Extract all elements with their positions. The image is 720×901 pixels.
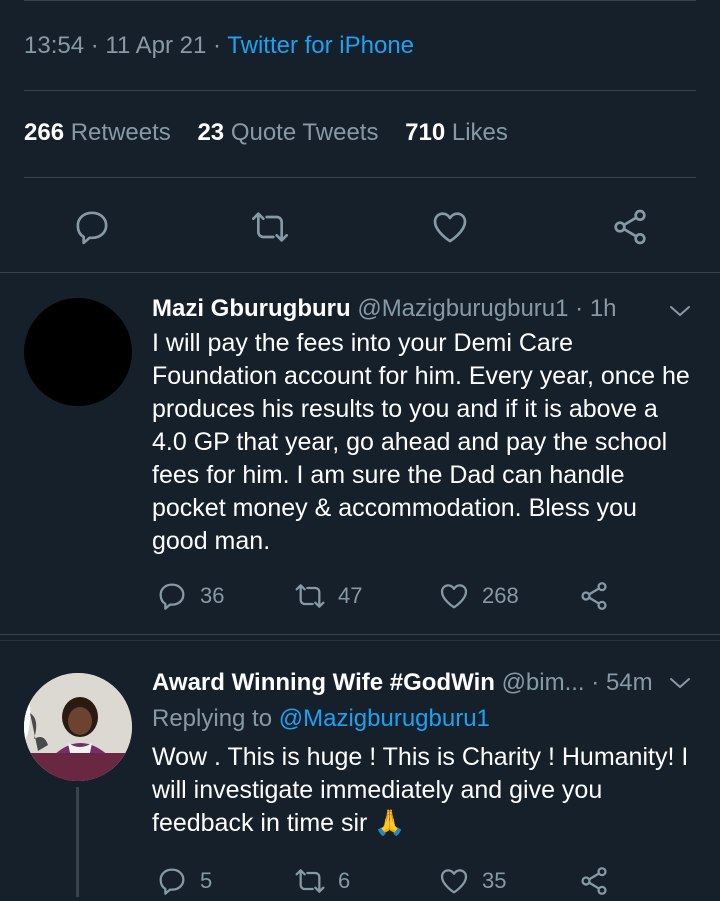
retweets-stat[interactable]: 266 Retweets [24, 119, 171, 146]
reply-text-line: pocket money & accommodation. Bless you [152, 494, 637, 522]
reply-text-line: I will pay the fees into your Demi Care [152, 329, 574, 357]
header-separator: · [591, 669, 600, 696]
reply-button[interactable]: 36 [156, 576, 224, 616]
reply-text-line: feedback in time sir 🙏 [152, 809, 406, 837]
like-button[interactable] [428, 205, 472, 249]
retweet-button[interactable] [248, 205, 292, 249]
header-separator: · [575, 295, 584, 322]
reply-text: Wow . This is huge ! This is Charity ! H… [152, 741, 692, 840]
like-button[interactable]: 35 [438, 861, 506, 901]
reply-button[interactable] [70, 205, 114, 249]
top-divider [24, 0, 696, 1]
user-handle[interactable]: @bim... [502, 669, 585, 696]
like-count: 268 [482, 583, 519, 608]
replying-to: Replying to @Mazigburugburu1 [152, 703, 692, 735]
reply-tweet[interactable]: Award Winning Wife #GodWin @bim... · 54m… [0, 641, 720, 897]
reply-button[interactable]: 5 [156, 861, 212, 901]
avatar[interactable] [24, 298, 132, 406]
stats-divider [24, 177, 696, 178]
meta-separator: · [90, 32, 99, 59]
display-name[interactable]: Mazi Gburugburu [152, 295, 351, 322]
reply-icon [76, 211, 108, 245]
share-icon [614, 209, 646, 245]
thread-line [76, 787, 79, 897]
reply-header: Mazi Gburugburu @Mazigburugburu1 · 1h [152, 293, 692, 325]
like-icon [433, 212, 467, 243]
retweet-icon [295, 584, 325, 608]
tweet-date: 11 Apr 21 [105, 32, 207, 59]
share-button[interactable] [578, 861, 610, 901]
reply-divider [0, 634, 720, 635]
reply-text: I will pay the fees into your Demi Care … [152, 327, 692, 558]
reply-count: 5 [200, 868, 213, 893]
retweet-button[interactable]: 47 [294, 576, 362, 616]
chevron-down-icon[interactable] [668, 671, 692, 695]
retweet-icon [252, 212, 288, 242]
likes-stat[interactable]: 710 Likes [405, 119, 508, 146]
quote-tweets-stat[interactable]: 23 Quote Tweets [197, 119, 378, 146]
reply-text-line: fees for him. I am sure the Dad can hand… [152, 461, 625, 489]
reply-text-line: Foundation account for him. Every year, … [152, 362, 690, 390]
retweet-button[interactable]: 6 [294, 861, 350, 901]
tweet-source-link[interactable]: Twitter for iPhone [227, 32, 414, 59]
chevron-down-icon[interactable] [668, 299, 692, 323]
share-button[interactable] [578, 576, 610, 616]
reply-text-line: will investigate immediately and give yo… [152, 776, 603, 804]
retweet-icon [295, 869, 325, 893]
user-handle[interactable]: @Mazigburugburu1 [357, 295, 568, 322]
replying-to-handle[interactable]: @Mazigburugburu1 [279, 705, 490, 732]
like-icon [440, 584, 468, 609]
retweet-count: 6 [338, 868, 351, 893]
reply-icon [159, 868, 185, 895]
share-icon [581, 582, 607, 610]
reply-text-line: 4.0 GP that year, go ahead and pay the s… [152, 428, 668, 456]
reply-header: Award Winning Wife #GodWin @bim... · 54m [152, 667, 692, 699]
display-name[interactable]: Award Winning Wife #GodWin [152, 669, 495, 696]
reply-action-bar: 36 47 268 [152, 576, 700, 616]
share-icon [581, 867, 607, 895]
share-button[interactable] [608, 205, 652, 249]
tweet-action-bar [0, 205, 720, 249]
reply-time: 1h [589, 295, 617, 322]
reply-tweet[interactable]: Mazi Gburugburu @Mazigburugburu1 · 1h I … [0, 273, 720, 633]
tweet-stats: 266 Retweets 23 Quote Tweets 710 Likes [24, 119, 528, 147]
reply-text-line: produces his results to you and if it is… [152, 395, 658, 423]
reply-action-bar: 5 6 35 [152, 861, 700, 901]
reply-text-line: good man. [152, 527, 271, 555]
reply-icon [159, 583, 185, 610]
replying-to-label: Replying to [152, 705, 273, 732]
reply-text-line: Wow . This is huge ! This is Charity ! H… [152, 743, 689, 771]
meta-divider [24, 90, 696, 91]
reply-time: 54m [605, 669, 653, 696]
avatar-photo-icon [24, 673, 132, 781]
like-icon [440, 869, 468, 894]
meta-separator: · [213, 32, 222, 59]
tweet-time: 13:54 [24, 32, 85, 59]
reply-count: 36 [200, 583, 225, 608]
like-button[interactable]: 268 [438, 576, 519, 616]
avatar[interactable] [24, 673, 132, 781]
like-count: 35 [482, 868, 507, 893]
tweet-meta: 13:54 · 11 Apr 21 · Twitter for iPhone [24, 32, 414, 60]
retweet-count: 47 [338, 583, 363, 608]
